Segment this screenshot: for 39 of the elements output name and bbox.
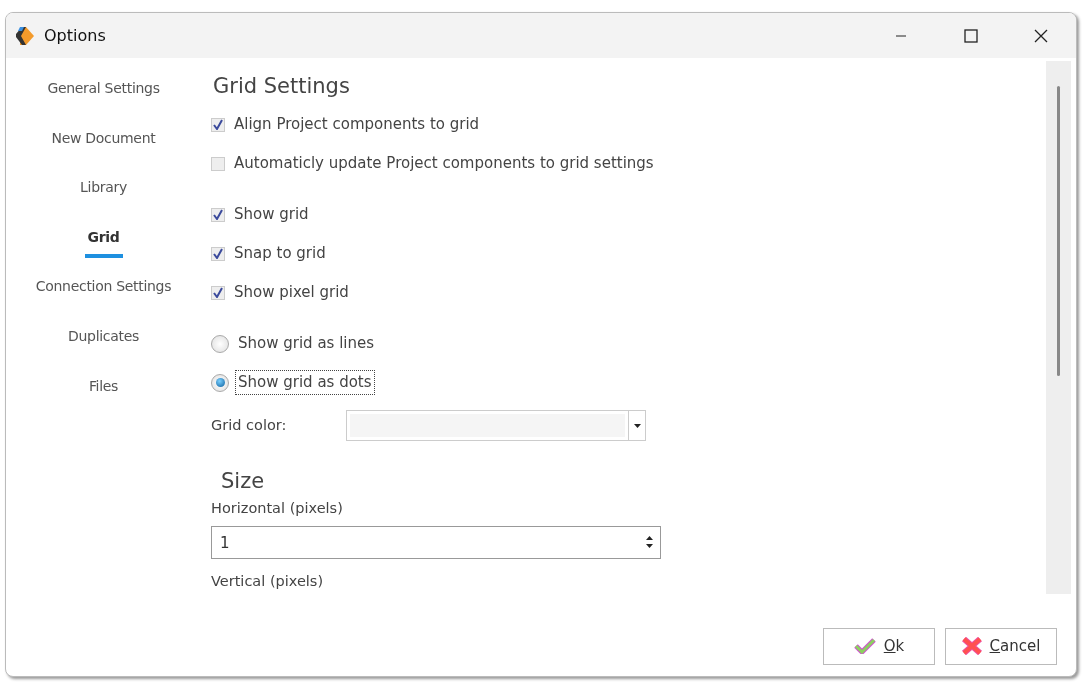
checkbox-label: Show pixel grid xyxy=(234,282,349,304)
color-dropdown[interactable] xyxy=(346,410,647,442)
spin-arrows-icon[interactable] xyxy=(646,536,653,549)
cancel-button[interactable]: Cancel xyxy=(945,627,1057,665)
checkbox[interactable] xyxy=(211,246,225,261)
sidebar-tab[interactable]: New Document xyxy=(51,127,156,178)
checkmark-icon xyxy=(853,638,876,654)
caret-icon xyxy=(633,423,641,428)
radio-label: Show grid as lines xyxy=(237,333,376,355)
number-spinner[interactable]: 1 xyxy=(211,526,661,560)
cross-icon xyxy=(961,637,982,655)
radio-label: Show grid as dots xyxy=(235,370,375,395)
section-heading: Grid Settings xyxy=(213,74,351,100)
checkbox[interactable] xyxy=(211,207,225,222)
close-icon xyxy=(1034,28,1048,43)
radio-button[interactable] xyxy=(211,334,229,353)
sidebar-tab[interactable]: Library xyxy=(80,177,127,227)
scrollbar[interactable] xyxy=(1046,61,1071,594)
sidebar-tab[interactable]: General Settings xyxy=(47,78,160,128)
section-heading: Size xyxy=(221,469,266,495)
field-label: Grid color: xyxy=(211,415,287,435)
checkbox[interactable] xyxy=(211,156,225,171)
field-label: Vertical (pixels) xyxy=(211,572,325,592)
maximize-icon xyxy=(964,28,978,43)
field-label: Horizontal (pixels) xyxy=(211,499,344,519)
checkbox-label: Show grid xyxy=(234,204,309,226)
sidebar-tab[interactable]: Grid xyxy=(84,226,123,277)
window-title: Options xyxy=(44,24,106,47)
app-logo-icon xyxy=(14,24,36,47)
sidebar-tab[interactable]: Files xyxy=(88,375,119,426)
ok-button[interactable]: Ok xyxy=(823,627,935,665)
checkbox-label: Automaticly update Project components to grid settings xyxy=(234,153,654,175)
sidebar-tab[interactable]: Connection Settings xyxy=(35,276,172,326)
checkbox-label: Align Project components to grid xyxy=(234,114,480,136)
radio-button[interactable] xyxy=(211,373,229,392)
checkbox[interactable] xyxy=(211,117,225,132)
sidebar-tab[interactable]: Duplicates xyxy=(68,325,139,376)
checkbox-label: Snap to grid xyxy=(234,243,326,265)
checkbox[interactable] xyxy=(211,285,225,300)
